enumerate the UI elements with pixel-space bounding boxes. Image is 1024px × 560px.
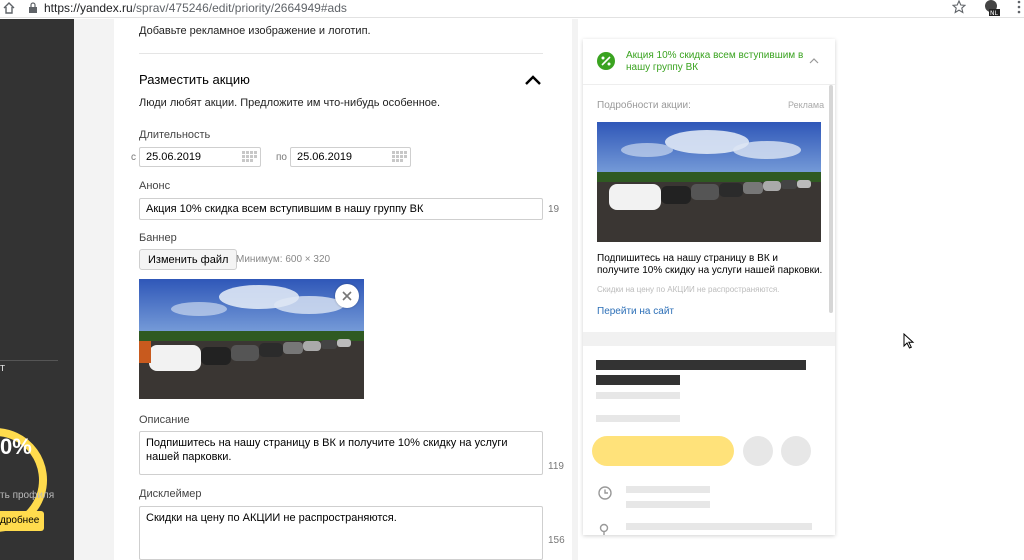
ad-label: Реклама [788, 100, 825, 110]
mouse-cursor-icon [903, 333, 915, 349]
extension-icon[interactable]: NL [984, 0, 1000, 16]
placeholder-line [596, 392, 680, 399]
chevron-up-icon[interactable] [524, 74, 542, 86]
announce-label: Анонс [139, 180, 171, 192]
description-textarea[interactable]: Подпишитесь на нашу страницу в ВК и полу… [139, 431, 543, 475]
goto-site-link[interactable]: Перейти на сайт [597, 306, 674, 317]
date-from-prefix: с [131, 152, 136, 163]
sidebar: т 0% ть профиля дробнее [0, 19, 74, 560]
banner-image [139, 279, 364, 399]
placeholder-line [626, 486, 710, 493]
image-hint-text: Добавьте рекламное изображение и логотип… [139, 25, 371, 37]
url-host: https://yandex.ru [44, 1, 133, 15]
placeholder-line [626, 501, 710, 508]
profile-progress-value: 0% [0, 434, 32, 459]
extension-badge-label: NL [990, 10, 998, 16]
calendar-icon[interactable] [242, 151, 258, 163]
disclaimer-label: Дисклеймер [139, 488, 202, 500]
url-path: /sprav/475246/edit/priority/2664949#ads [132, 1, 347, 15]
announce-input[interactable]: Акция 10% скидка всем вступившим в нашу … [139, 198, 543, 220]
placeholder-title-line [596, 360, 806, 370]
page-gutter-right [572, 19, 578, 560]
placeholder-title-line [596, 375, 680, 385]
preview-scrollbar[interactable] [829, 85, 833, 313]
description-label: Описание [139, 414, 190, 426]
section-title: Разместить акцию [139, 72, 250, 87]
banner-min-size: Минимум: 600 × 320 [236, 254, 331, 265]
section-divider [139, 53, 543, 54]
preview-separator [583, 332, 835, 346]
clock-icon [598, 486, 612, 500]
promo-disclaimer: Скидки на цену по АКЦИИ не распространяю… [597, 285, 780, 294]
disclaimer-char-counter: 156 [548, 535, 565, 546]
profile-progress-label: ть профиля [0, 490, 55, 501]
description-char-counter: 119 [548, 461, 564, 472]
placeholder-line [596, 415, 680, 422]
placeholder-circle-button [781, 436, 811, 466]
date-to-prefix: по [276, 152, 287, 163]
promo-description: Подпишитесь на нашу страницу в ВК и полу… [597, 253, 823, 276]
percent-icon [597, 52, 615, 70]
change-file-button[interactable]: Изменить файл [139, 249, 238, 270]
placeholder-line [626, 523, 812, 530]
announce-char-counter: 19 [548, 204, 560, 215]
calendar-icon[interactable] [392, 151, 408, 163]
page-gutter [74, 19, 114, 560]
placeholder-circle-button [743, 436, 773, 466]
sidebar-divider [0, 360, 58, 361]
lock-icon[interactable] [28, 2, 38, 14]
promo-header[interactable]: Акция 10% скидка всем вступившим в нашу … [583, 39, 835, 85]
promo-preview-card: Акция 10% скидка всем вступившим в нашу … [583, 39, 835, 535]
bookmark-star-icon[interactable] [952, 0, 966, 14]
promo-details-label: Подробности акции: [597, 100, 691, 111]
promo-preview-image [597, 122, 821, 242]
url-field[interactable]: https://yandex.ru/sprav/475246/edit/prio… [44, 1, 347, 15]
remove-banner-button[interactable] [335, 284, 359, 308]
browser-menu-icon[interactable] [1016, 0, 1022, 14]
browser-address-bar: https://yandex.ru/sprav/475246/edit/prio… [0, 0, 1024, 18]
placeholder-action-button [592, 436, 734, 466]
disclaimer-textarea[interactable]: Скидки на цену по АКЦИИ не распространяю… [139, 506, 543, 560]
section-subtitle: Люди любят акции. Предложите им что-нибу… [139, 97, 441, 109]
banner-label: Баннер [139, 232, 177, 244]
duration-label: Длительность [139, 129, 211, 141]
more-details-button[interactable]: дробнее [0, 511, 44, 531]
chevron-up-icon[interactable] [809, 57, 819, 65]
promo-title: Акция 10% скидка всем вступившим в нашу … [626, 50, 804, 73]
location-pin-icon [599, 523, 609, 535]
sidebar-caption: т [0, 362, 6, 374]
home-icon[interactable] [2, 1, 16, 15]
